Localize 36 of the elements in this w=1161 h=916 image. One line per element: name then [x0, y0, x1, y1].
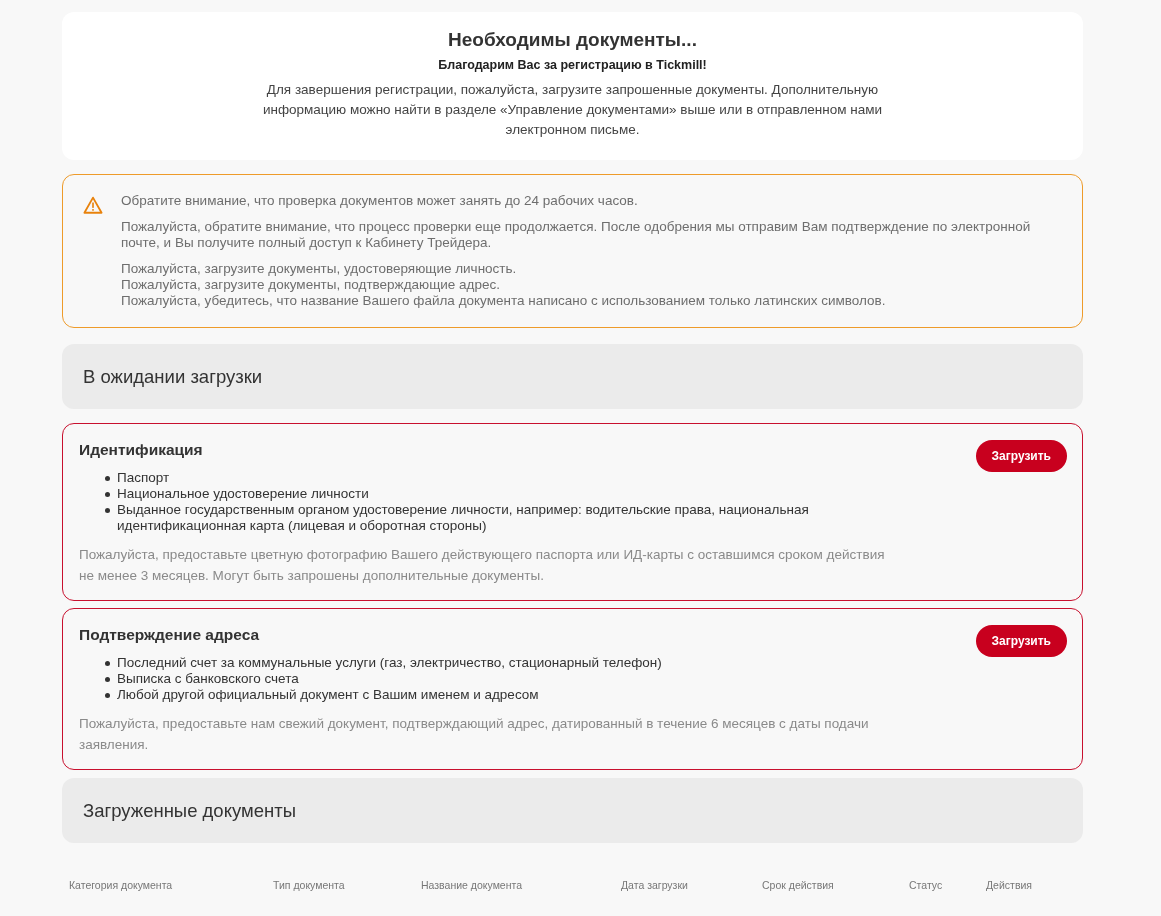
document-note: Пожалуйста, предоставьте нам свежий документ, подтверждающий адрес, датированный в течение 6 месяцев с даты подачи заявления. — [79, 715, 870, 754]
notice-text: Пожалуйста, убедитесь, что название Вашего файла документа написано с использованием только латинских символов. — [121, 293, 887, 309]
column-header: Дата загрузки — [621, 879, 688, 891]
section-title: В ожидании загрузки — [83, 364, 263, 389]
column-header: Статус — [909, 879, 943, 891]
column-header: Действия — [986, 879, 1032, 891]
bullet-icon — [105, 677, 110, 682]
document-type: Любой другой официальный документ с Вашим именем и адресом — [117, 687, 540, 703]
document-title: Идентификация — [79, 440, 204, 460]
document-type: Выданное государственным органом удостоверение личности, например: водительские права, национальная идентификационная карта (лицевая и оборотная стороны) — [117, 502, 810, 534]
document-title: Подтверждение адреса — [79, 625, 261, 645]
upload-button[interactable]: Загрузить — [975, 440, 1067, 472]
warning-icon — [83, 196, 103, 214]
bullet-icon — [105, 661, 110, 666]
upload-button[interactable]: Загрузить — [975, 625, 1067, 657]
column-header: Тип документа — [273, 879, 345, 891]
page-subtitle: Благодарим Вас за регистрацию в Tickmill! — [438, 57, 707, 74]
page-title: Необходимы документы... — [448, 28, 697, 52]
bullet-icon — [105, 492, 110, 497]
document-type: Выписка с банковского счета — [117, 671, 300, 687]
bullet-icon — [105, 693, 110, 698]
notice-text: Пожалуйста, загрузите документы, подтверждающие адрес. — [121, 277, 501, 293]
column-header: Название документа — [421, 879, 523, 891]
notice-text: Пожалуйста, загрузите документы, удостоверяющие личность. — [121, 261, 518, 277]
document-type: Национальное удостоверение личности — [117, 486, 370, 502]
document-type: Последний счет за коммунальные услуги (газ, электричество, стационарный телефон) — [117, 655, 663, 671]
intro-text: Для завершения регистрации, пожалуйста, загрузите запрошенные документы. Дополнительную информацию можно найти в разделе «Управление документами» выше или в отправленном нами электронном письме. — [261, 81, 884, 139]
notice-text: Пожалуйста, обратите внимание, что процесс проверки еще продолжается. После одобрения мы отправим Вам подтверждение по электронной почте, и Вы получите полный доступ к Кабинету Трейдера. — [121, 219, 1032, 251]
document-type: Паспорт — [117, 470, 171, 486]
section-title: Загруженные документы — [83, 798, 296, 823]
document-note: Пожалуйста, предоставьте цветную фотографию Вашего действующего паспорта или ИД-карты с оставшимся сроком действия не менее 3 месяцев. Могут быть запрошены дополнительные документы. — [79, 546, 886, 585]
column-header: Категория документа — [69, 879, 173, 891]
column-header: Срок действия — [762, 879, 834, 891]
bullet-icon — [105, 476, 110, 481]
notice-text: Обратите внимание, что проверка документов может занять до 24 рабочих часов. — [121, 193, 639, 209]
bullet-icon — [105, 508, 110, 513]
